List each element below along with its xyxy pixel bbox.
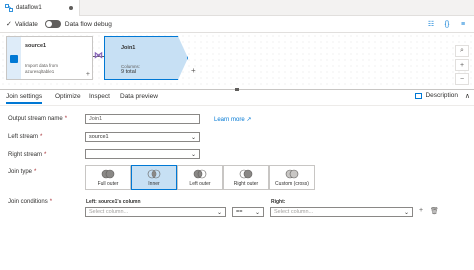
right-stream-label: Right stream * bbox=[8, 152, 47, 158]
left-stream-value: source1 bbox=[89, 134, 109, 140]
right-column-placeholder: Select column... bbox=[274, 209, 314, 215]
right-column-header: Right: bbox=[271, 199, 286, 205]
external-link-icon: ↗ bbox=[246, 117, 252, 123]
checkmark-icon: ✓ bbox=[6, 21, 12, 28]
graph-canvas[interactable]: source1 Import data from azuresqltable1 … bbox=[0, 33, 474, 90]
learn-more-link[interactable]: Learn more ↗ bbox=[214, 116, 251, 123]
description-button[interactable]: Description bbox=[415, 92, 458, 99]
join-type-caption: Custom (cross) bbox=[275, 181, 309, 187]
full-outer-join-icon bbox=[101, 169, 115, 179]
left-stream-label: Left stream * bbox=[8, 134, 43, 140]
toolbar: ✓ Validate Data flow debug ☷ {} ≡ bbox=[0, 16, 474, 33]
join-type-caption: Inner bbox=[148, 181, 160, 187]
tab-title: dataflow1 bbox=[16, 5, 42, 11]
debug-label: Data flow debug bbox=[64, 20, 112, 28]
source-node-subtitle-1: Import data from bbox=[25, 63, 59, 68]
tab-bar: dataflow1 bbox=[0, 0, 474, 16]
chevron-down-icon: ⌄ bbox=[216, 210, 222, 216]
tab-join-settings[interactable]: Join settings bbox=[6, 93, 43, 104]
right-stream-select[interactable]: ⌄ bbox=[85, 149, 200, 159]
tab-optimize[interactable]: Optimize bbox=[55, 93, 81, 100]
source-node-strip bbox=[7, 37, 21, 79]
delete-icon[interactable]: 🗑 bbox=[430, 207, 439, 215]
join-conditions-label: Join conditions * bbox=[8, 199, 53, 205]
join1-node[interactable]: Join1 Columns: 9 total bbox=[104, 36, 188, 80]
properties-icon[interactable]: ☷ bbox=[426, 19, 436, 29]
left-stream-select[interactable]: source1 ⌄ bbox=[85, 132, 200, 142]
panel-tabs: Join settings Optimize Inspect Data prev… bbox=[0, 90, 474, 106]
source-add-icon[interactable]: + bbox=[86, 71, 90, 78]
zoom-out-icon[interactable]: − bbox=[455, 73, 469, 85]
source-node-title: source1 bbox=[25, 43, 47, 49]
tab-inspect[interactable]: Inspect bbox=[89, 93, 110, 100]
operator-value: == bbox=[236, 209, 243, 215]
script-icon[interactable]: ≡ bbox=[458, 19, 468, 29]
tab-dataflow1[interactable]: dataflow1 bbox=[0, 0, 80, 16]
data-flow-debug-toggle[interactable]: Data flow debug bbox=[44, 20, 112, 28]
search-icon[interactable]: ⌕ bbox=[455, 45, 469, 57]
join-columns-value: 9 total bbox=[121, 69, 136, 75]
join-type-label: Join type * bbox=[8, 169, 37, 175]
output-stream-label: Output stream name * bbox=[8, 116, 68, 122]
zoom-controls: ⌕ + − bbox=[455, 45, 471, 89]
collapse-panel-icon[interactable]: ∧ bbox=[465, 92, 470, 100]
join-type-caption: Left outer bbox=[189, 181, 211, 187]
unsaved-dot-icon bbox=[69, 6, 73, 10]
dataflow-icon bbox=[5, 4, 13, 12]
validate-label: Validate bbox=[14, 20, 38, 28]
output-stream-input[interactable]: Join1 bbox=[85, 114, 200, 124]
validate-button[interactable]: ✓ Validate bbox=[6, 20, 38, 29]
zoom-in-icon[interactable]: + bbox=[455, 59, 469, 71]
left-column-header: Left: source1's column bbox=[86, 199, 141, 205]
description-icon bbox=[415, 92, 423, 99]
join-node-title: Join1 bbox=[121, 45, 136, 51]
chevron-down-icon: ⌄ bbox=[403, 210, 409, 216]
left-outer-join-icon bbox=[193, 169, 207, 179]
left-column-placeholder: Select column... bbox=[89, 209, 129, 215]
source-node-subtitle-2: azuresqltable1 bbox=[25, 69, 55, 74]
chevron-down-icon: ⌄ bbox=[190, 152, 196, 158]
operator-select[interactable]: == ⌄ bbox=[232, 207, 264, 217]
chevron-down-icon: ⌄ bbox=[190, 135, 196, 141]
description-label: Description bbox=[425, 92, 458, 99]
join-type-caption: Right outer bbox=[233, 181, 259, 187]
custom-cross-join-icon bbox=[285, 169, 299, 179]
chevron-down-icon: ⌄ bbox=[254, 210, 260, 216]
tab-data-preview[interactable]: Data preview bbox=[120, 93, 158, 100]
right-column-select[interactable]: Select column... ⌄ bbox=[270, 207, 413, 217]
source1-node[interactable]: source1 Import data from azuresqltable1 … bbox=[6, 36, 93, 80]
output-stream-value: Join1 bbox=[89, 116, 103, 122]
database-icon bbox=[10, 55, 18, 63]
toggle-switch[interactable] bbox=[44, 20, 61, 28]
right-outer-join-icon bbox=[239, 169, 253, 179]
code-icon[interactable]: {} bbox=[442, 19, 452, 29]
join-type-caption: Full outer bbox=[97, 181, 119, 187]
add-condition-icon[interactable]: + bbox=[419, 207, 423, 214]
add-transform-icon[interactable]: + bbox=[191, 66, 196, 75]
inner-join-icon bbox=[147, 169, 161, 179]
left-column-select[interactable]: Select column... ⌄ bbox=[85, 207, 226, 217]
